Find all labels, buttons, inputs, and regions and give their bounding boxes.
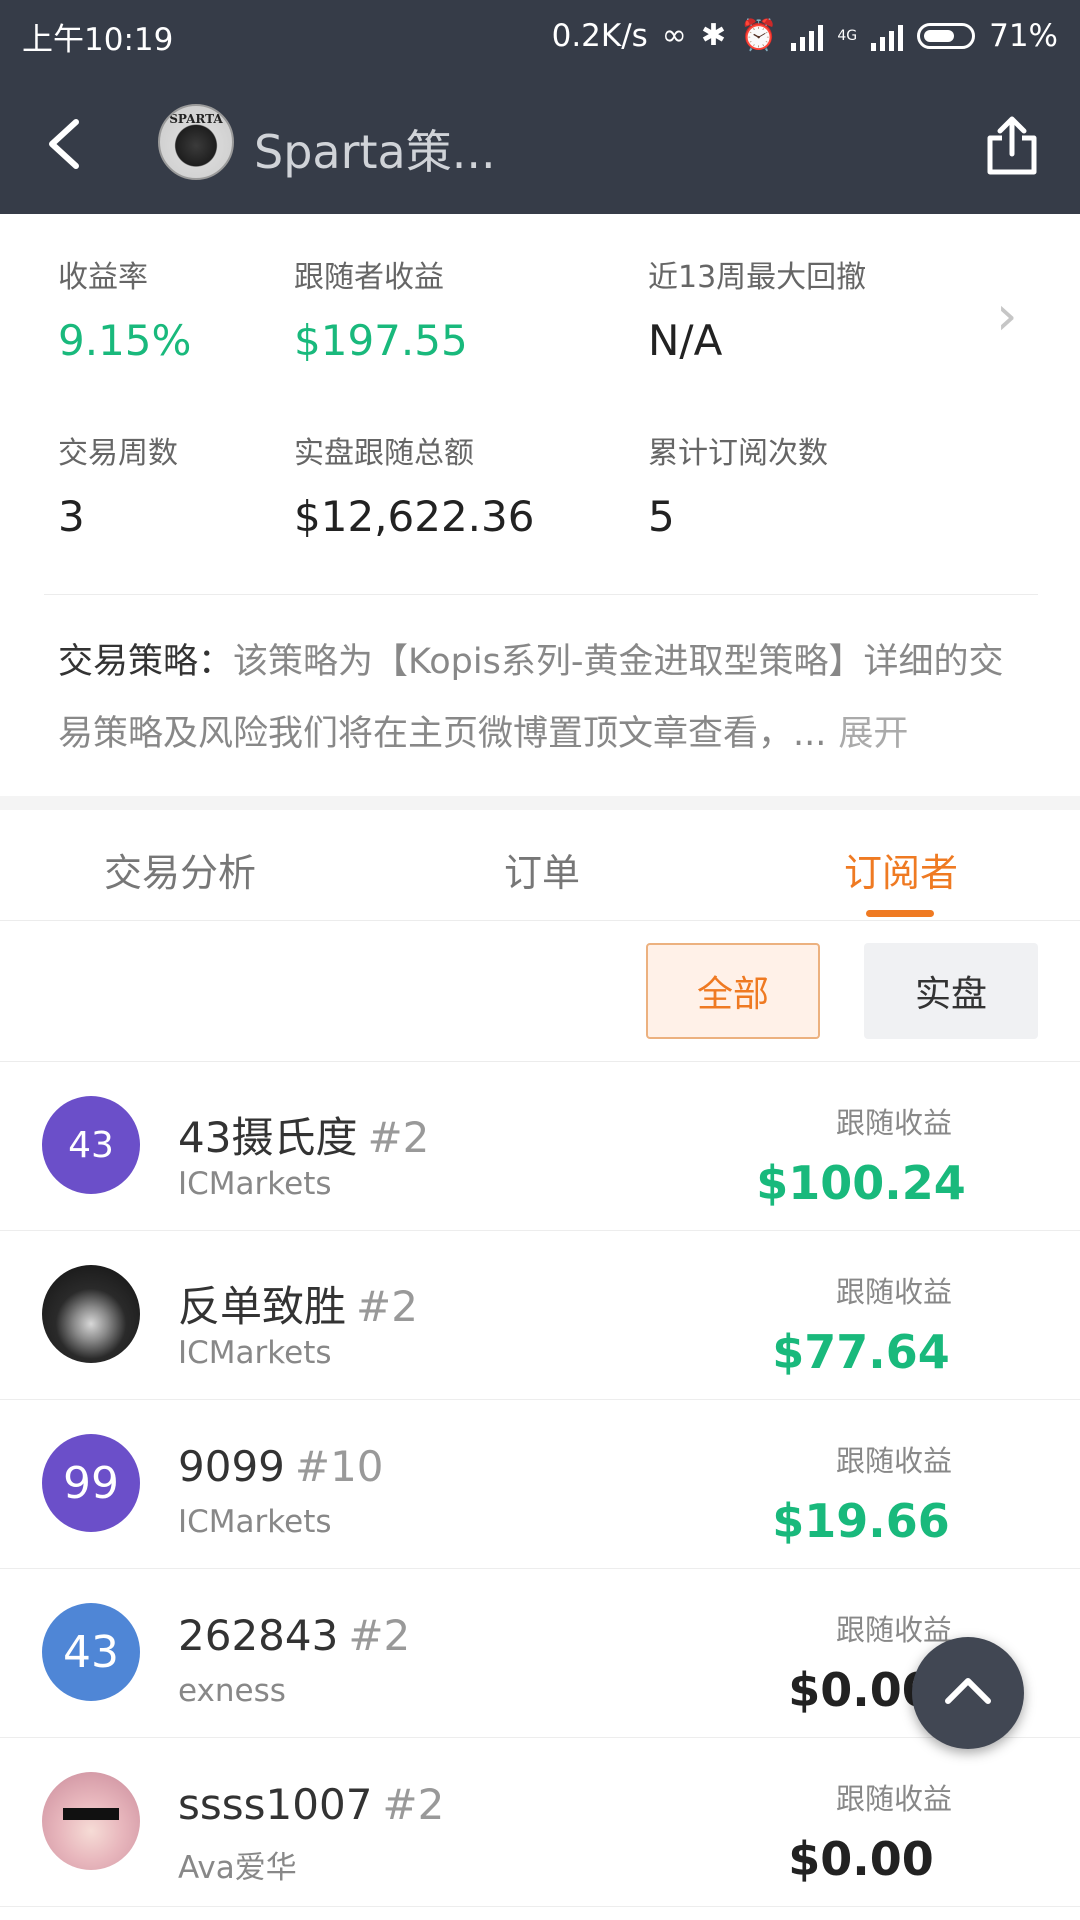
stat-return-rate: 收益率 9.15% bbox=[58, 252, 191, 365]
earnings-value: $0.00 bbox=[788, 1832, 934, 1886]
strategy-label: 交易策略： bbox=[58, 642, 234, 682]
list-item[interactable]: 43 43摄氏度 #2 ICMarkets 跟随收益 $100.24 bbox=[0, 1062, 1080, 1231]
stat-label: 收益率 bbox=[58, 260, 148, 295]
stat-label: 累计订阅次数 bbox=[648, 436, 828, 471]
tab-active-indicator bbox=[866, 910, 934, 917]
scroll-top-button[interactable] bbox=[912, 1637, 1024, 1749]
list-item[interactable]: 99 9099 #10 ICMarkets 跟随收益 $19.66 bbox=[0, 1400, 1080, 1569]
stat-value: 9.15% bbox=[58, 316, 192, 365]
stat-label: 实盘跟随总额 bbox=[294, 436, 474, 471]
subscriber-name-text: 43摄氏度 bbox=[178, 1113, 358, 1162]
avatar: 43 bbox=[42, 1096, 140, 1194]
earnings-value: $19.66 bbox=[772, 1494, 950, 1548]
stat-label: 跟随者收益 bbox=[294, 260, 444, 295]
battery-icon bbox=[917, 23, 976, 49]
status-bar: 上午10:19 0.2K/s ∞ ✱ ⏰ 4G 71% bbox=[0, 0, 1080, 72]
stat-total-following: 实盘跟随总额 $12,622.36 bbox=[294, 428, 534, 541]
earnings-label: 跟随收益 bbox=[835, 1444, 952, 1478]
alarm-icon: ⏰ bbox=[739, 18, 778, 53]
earnings-value: $100.24 bbox=[756, 1156, 966, 1210]
hotspot-icon: ∞ bbox=[661, 18, 687, 53]
battery-level: 71% bbox=[989, 18, 1058, 54]
divider bbox=[44, 594, 1038, 595]
subscriber-name: ssss1007 #2 bbox=[178, 1780, 444, 1829]
tab-bar: 交易分析 订单 订阅者 bbox=[0, 810, 1080, 921]
tab-orders[interactable]: 订单 bbox=[504, 842, 580, 897]
stat-subscription-count: 累计订阅次数 5 bbox=[648, 428, 828, 541]
stat-label: 交易周数 bbox=[58, 436, 178, 471]
earnings-label: 跟随收益 bbox=[835, 1275, 952, 1309]
stat-trading-weeks: 交易周数 3 bbox=[58, 428, 178, 541]
filter-all-button[interactable]: 全部 bbox=[646, 943, 820, 1039]
subscriber-name-text: 9099 bbox=[178, 1442, 285, 1491]
earnings-value: $77.64 bbox=[772, 1325, 950, 1379]
scroll-top-icon bbox=[945, 1678, 991, 1704]
subscriber-broker: ICMarkets bbox=[178, 1335, 332, 1371]
subscriber-broker: Ava爱华 bbox=[178, 1850, 297, 1886]
section-gap bbox=[0, 796, 1080, 810]
signal-icon-2 bbox=[871, 21, 904, 51]
subscriber-name: 反单致胜 #2 bbox=[178, 1273, 418, 1334]
subscriber-list: 43 43摄氏度 #2 ICMarkets 跟随收益 $100.24 反单致胜 #2… bbox=[0, 1062, 1080, 1907]
share-icon[interactable] bbox=[982, 114, 1042, 178]
subscriber-rank: #2 bbox=[356, 1282, 418, 1331]
subscriber-rank: #2 bbox=[367, 1113, 430, 1162]
back-arrow-icon[interactable] bbox=[40, 114, 100, 174]
logo-text: SPARTA bbox=[169, 112, 223, 126]
strategy-description: 交易策略：该策略为【Kopis系列-黄金进取型策略】详细的交易策略及风险我们将在… bbox=[58, 626, 1018, 770]
list-item[interactable]: 反单致胜 #2 ICMarkets 跟随收益 $77.64 bbox=[0, 1231, 1080, 1400]
stat-value: 5 bbox=[648, 492, 675, 541]
subscriber-name: 262843 #2 bbox=[178, 1611, 410, 1660]
status-time: 上午10:19 bbox=[22, 21, 174, 58]
filter-bar: 全部 实盘 bbox=[0, 921, 1080, 1062]
stat-label: 近13周最大回撤 bbox=[648, 260, 867, 295]
bluetooth-icon: ✱ bbox=[700, 18, 726, 53]
stat-value: 3 bbox=[58, 492, 85, 541]
subscriber-name-text: ssss1007 bbox=[178, 1780, 373, 1829]
stat-max-drawdown: 近13周最大回撤 N/A bbox=[648, 252, 866, 365]
subscriber-rank: #2 bbox=[348, 1611, 411, 1660]
page-title: Sparta策... bbox=[254, 125, 496, 179]
filter-real-button[interactable]: 实盘 bbox=[864, 943, 1038, 1039]
strategy-avatar[interactable]: SPARTA bbox=[158, 104, 234, 180]
subscriber-name-text: 262843 bbox=[178, 1611, 339, 1660]
subscriber-rank: #10 bbox=[294, 1442, 384, 1491]
nav-bar: SPARTA Sparta策... bbox=[0, 72, 1080, 214]
chevron-right-icon[interactable]: › bbox=[996, 284, 1018, 347]
earnings-label: 跟随收益 bbox=[835, 1782, 952, 1816]
network-speed: 0.2K/s bbox=[551, 18, 648, 54]
status-indicators: 0.2K/s ∞ ✱ ⏰ 4G 71% bbox=[552, 18, 1058, 54]
stat-value: $197.55 bbox=[294, 316, 468, 365]
list-item[interactable]: ssss1007 #2 Ava爱华 跟随收益 $0.00 bbox=[0, 1738, 1080, 1907]
sunglasses-icon bbox=[63, 1808, 119, 1820]
subscriber-broker: ICMarkets bbox=[178, 1166, 332, 1202]
signal-icon bbox=[791, 21, 824, 51]
subscriber-name: 9099 #10 bbox=[178, 1442, 384, 1491]
avatar bbox=[42, 1772, 140, 1870]
avatar bbox=[42, 1265, 140, 1363]
subscriber-name: 43摄氏度 #2 bbox=[178, 1104, 429, 1165]
avatar: 43 bbox=[42, 1603, 140, 1701]
stat-follower-profit: 跟随者收益 $197.55 bbox=[294, 252, 468, 365]
tab-subscribers[interactable]: 订阅者 bbox=[844, 842, 958, 897]
tab-trade-analysis[interactable]: 交易分析 bbox=[104, 842, 256, 897]
stat-value: $12,622.36 bbox=[294, 492, 535, 541]
stat-value: N/A bbox=[648, 316, 723, 365]
expand-link[interactable]: 展开 bbox=[838, 714, 908, 754]
subscriber-rank: #2 bbox=[382, 1780, 445, 1829]
avatar: 99 bbox=[42, 1434, 140, 1532]
earnings-label: 跟随收益 bbox=[835, 1106, 952, 1140]
subscriber-broker: exness bbox=[178, 1673, 286, 1709]
subscriber-broker: ICMarkets bbox=[178, 1504, 332, 1540]
network-type: 4G bbox=[837, 28, 858, 44]
subscriber-name-text: 反单致胜 bbox=[178, 1282, 347, 1331]
